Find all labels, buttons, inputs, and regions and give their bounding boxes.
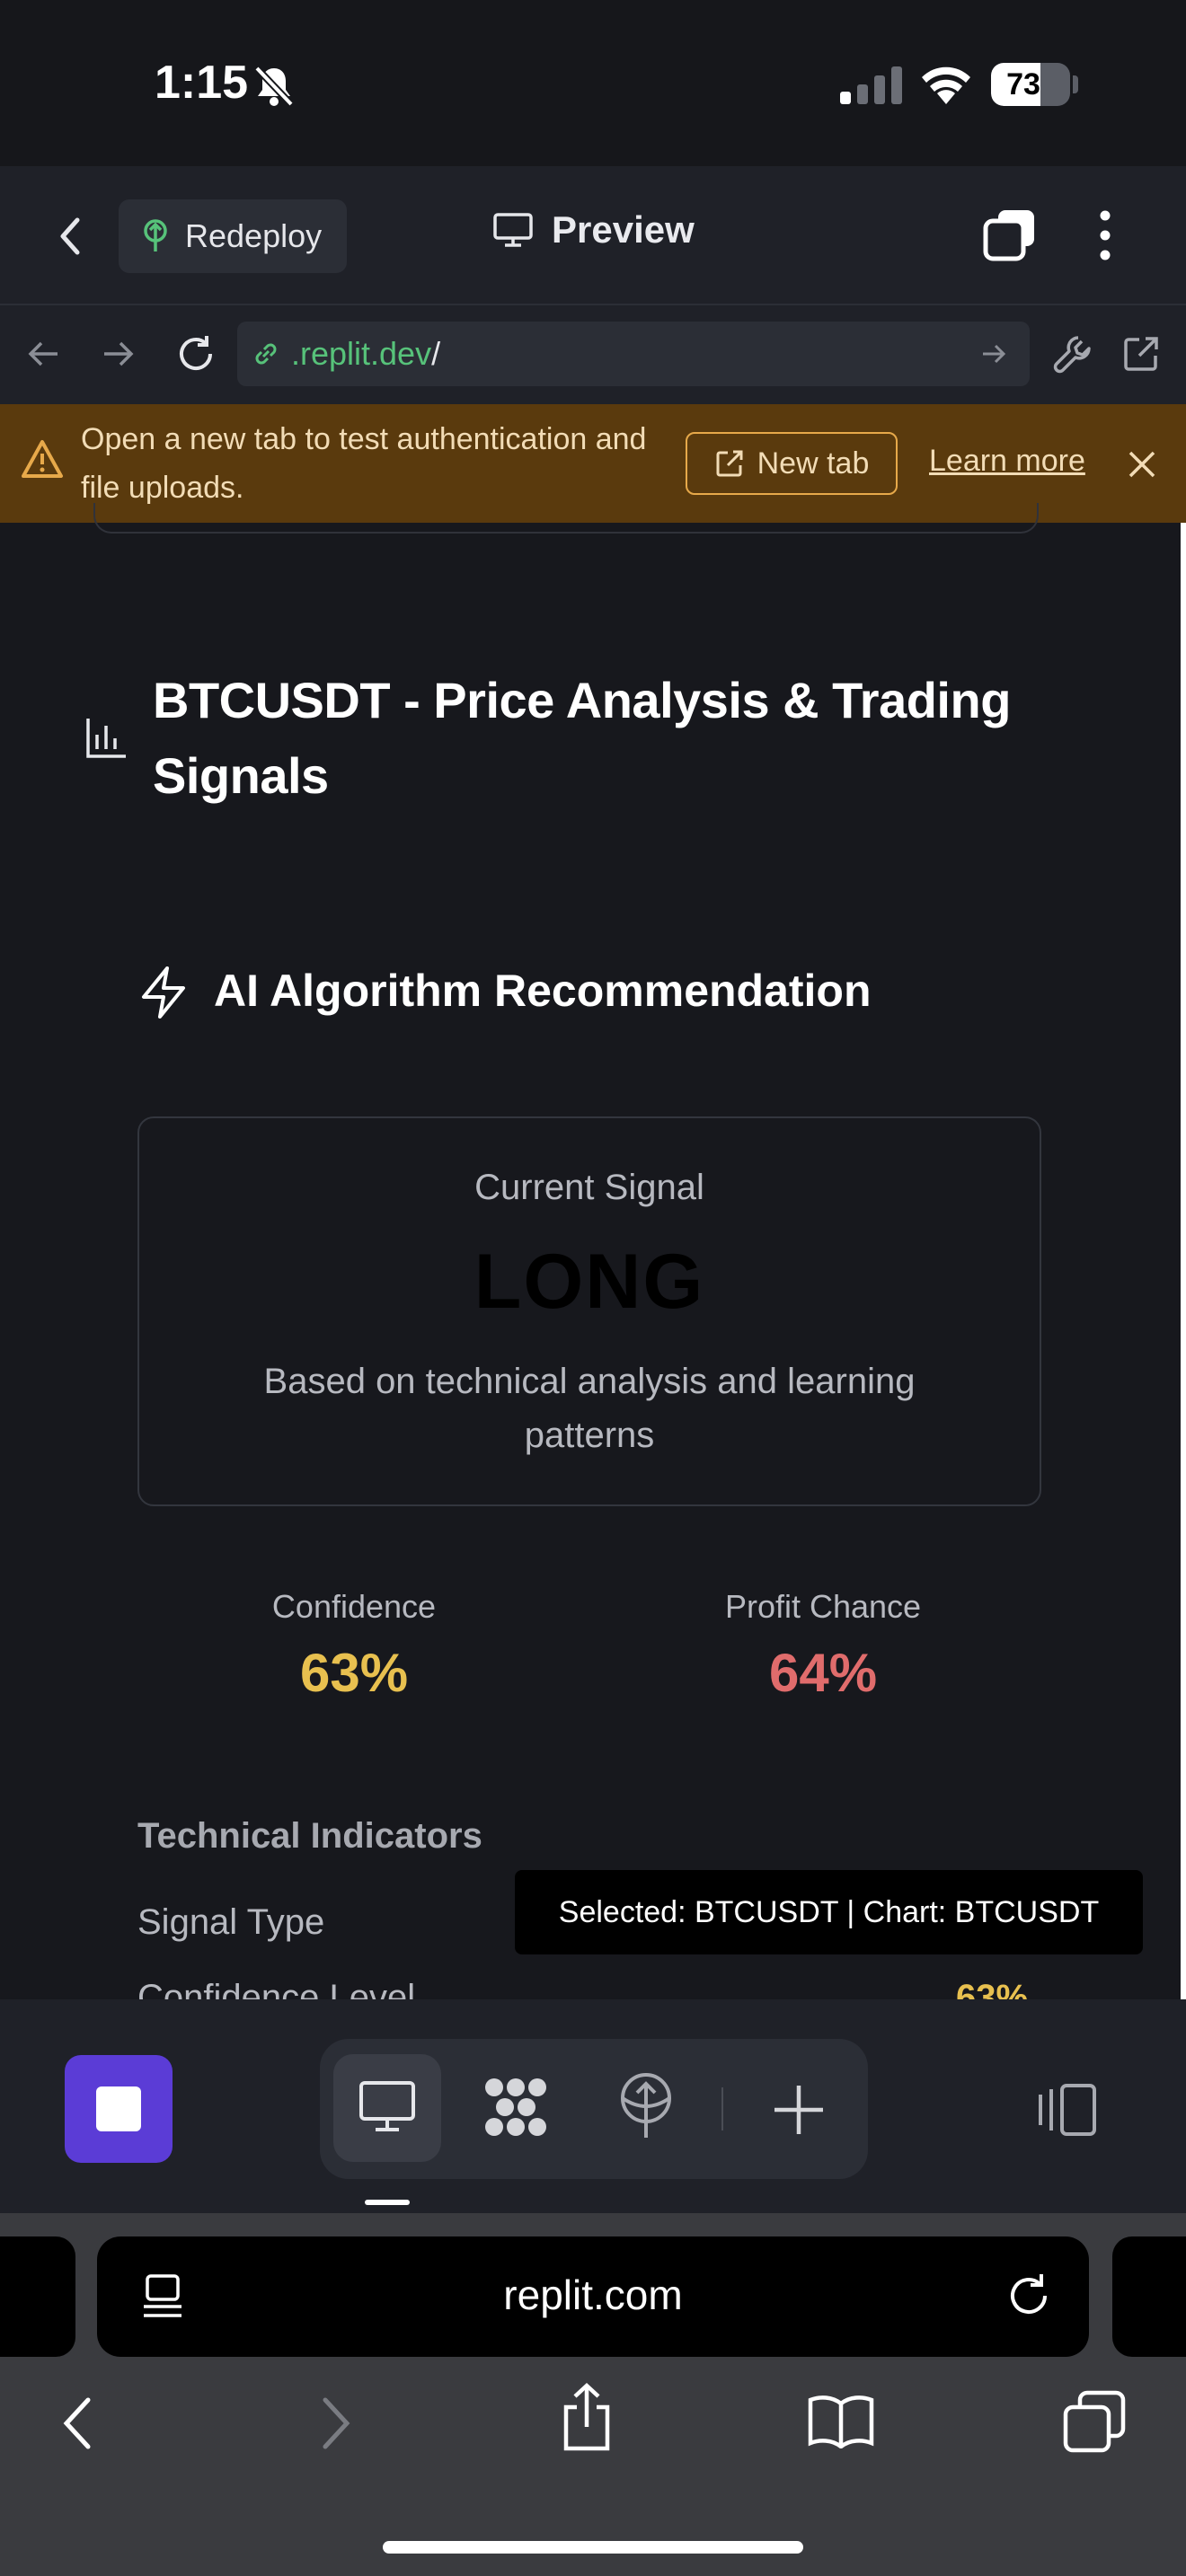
redeploy-label: Redeploy (185, 217, 323, 254)
tool-separator (721, 2087, 723, 2130)
back-chevron-icon[interactable] (54, 209, 84, 263)
page-title: BTCUSDT - Price Analysis & Trading Signa… (153, 672, 1011, 804)
bookmarks-icon[interactable] (807, 2393, 875, 2448)
bell-muted-icon (254, 66, 294, 107)
current-signal-value: LONG (474, 1239, 705, 1325)
tabs-icon[interactable] (982, 207, 1040, 262)
previous-tab-preview[interactable] (0, 2236, 75, 2357)
stop-button[interactable] (65, 2055, 173, 2163)
profit-chance-label: Profit Chance (724, 1588, 922, 1625)
link-icon (255, 343, 277, 365)
confidence-value: 63% (299, 1643, 409, 1703)
arrow-left-icon[interactable] (25, 335, 63, 373)
selection-tooltip: Selected: BTCUSDT | Chart: BTCUSDT (515, 1870, 1143, 1954)
back-chevron-icon[interactable] (59, 2395, 95, 2452)
new-tab-label: New tab (757, 446, 870, 481)
confidence-label: Confidence (271, 1588, 437, 1625)
more-vertical-icon[interactable] (1094, 208, 1116, 262)
battery-cap (1073, 75, 1078, 93)
reload-icon[interactable] (174, 332, 217, 375)
preview-title: Preview (492, 208, 695, 251)
deploy-icon[interactable] (618, 2071, 674, 2141)
redeploy-button[interactable]: Redeploy (119, 199, 347, 273)
layout-switch-icon[interactable] (1035, 2082, 1100, 2138)
url-host: .replit.dev (291, 335, 432, 372)
wifi-icon (922, 66, 970, 104)
arrow-right-icon[interactable] (99, 335, 137, 373)
bar-chart-icon (86, 719, 126, 758)
previous-card-edge (93, 503, 1039, 534)
reload-icon[interactable] (1005, 2269, 1053, 2319)
lightning-icon (142, 966, 185, 1019)
cellular-signal-icon (840, 65, 902, 104)
current-signal-description: Based on technical analysis and learning… (263, 1362, 916, 1455)
external-link-icon (716, 450, 743, 477)
toolbar-indicator (365, 2200, 410, 2205)
safari-url-text: replit.com (503, 2272, 683, 2318)
new-tab-button[interactable]: New tab (686, 432, 898, 495)
learn-more-link[interactable]: Learn more (929, 444, 1085, 479)
tabs-overview-icon[interactable] (1062, 2389, 1127, 2454)
warning-icon (22, 440, 63, 478)
forward-chevron-icon[interactable] (318, 2395, 354, 2452)
home-indicator (383, 2541, 803, 2554)
monitor-icon (493, 213, 533, 247)
close-icon[interactable] (1125, 447, 1159, 481)
current-signal-label: Current Signal (474, 1168, 704, 1207)
wrench-icon[interactable] (1051, 332, 1094, 375)
next-tab-preview[interactable] (1112, 2236, 1186, 2357)
share-icon[interactable] (559, 2382, 615, 2454)
deploy-icon (144, 219, 167, 251)
url-path: / (431, 335, 441, 372)
status-time: 1:15 (155, 57, 249, 109)
go-arrow-icon[interactable] (979, 340, 1008, 368)
battery-level: 73 (1006, 67, 1040, 101)
plus-icon[interactable] (771, 2082, 827, 2138)
warning-message: Open a new tab to test authentication an… (81, 422, 647, 505)
signal-type-label: Signal Type (137, 1902, 325, 1942)
external-link-icon[interactable] (1121, 334, 1161, 374)
preview-url-input[interactable]: .replit.dev / (237, 322, 1030, 386)
profit-chance-value: 64% (768, 1643, 878, 1703)
stop-icon (96, 2086, 141, 2131)
monitor-icon (359, 2081, 415, 2131)
agent-icon[interactable] (482, 2075, 550, 2139)
preview-label: Preview (552, 208, 695, 251)
battery-icon: 73 (991, 63, 1070, 106)
technical-indicators-title: Technical Indicators (137, 1816, 482, 1856)
scrollbar[interactable] (1181, 523, 1186, 1999)
algo-section-title: AI Algorithm Recommendation (214, 966, 872, 1016)
